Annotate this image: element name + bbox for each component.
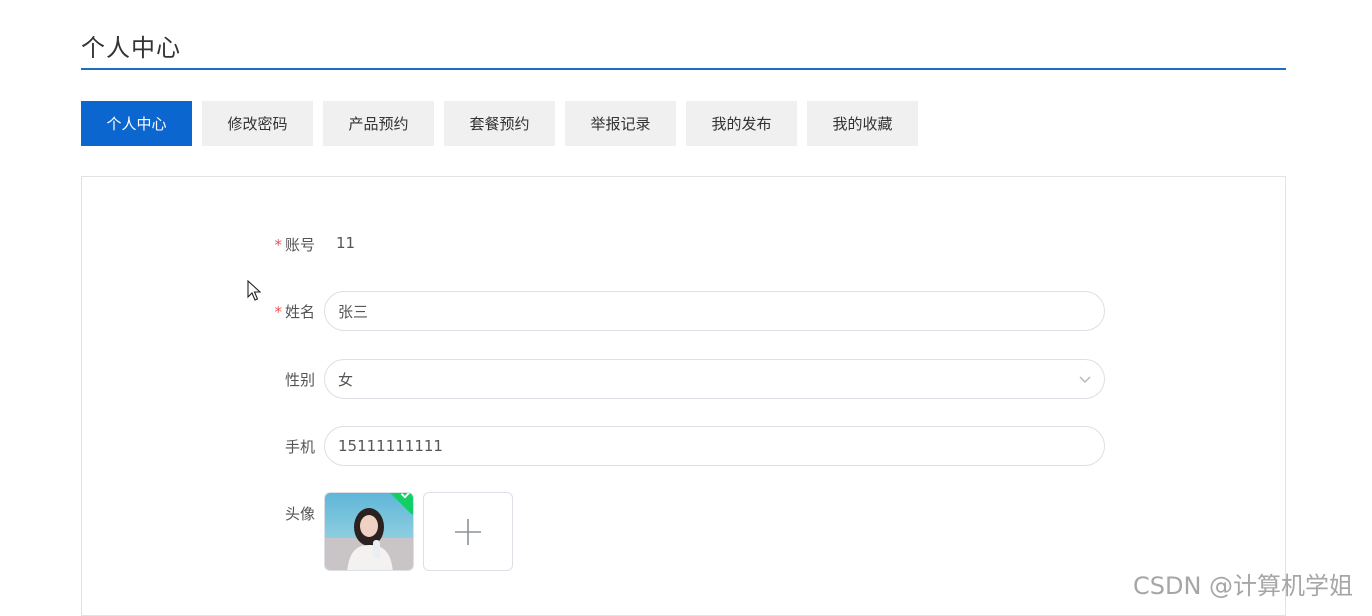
page-title: 个人中心: [81, 34, 181, 62]
account-value: 11: [336, 234, 356, 252]
tab-report-records[interactable]: 举报记录: [565, 101, 676, 146]
required-mark: *: [274, 303, 282, 321]
tab-my-posts[interactable]: 我的发布: [686, 101, 797, 146]
tab-product-booking[interactable]: 产品预约: [323, 101, 434, 146]
avatar-upload-button[interactable]: [423, 492, 513, 571]
mouse-pointer-icon: [247, 280, 261, 301]
check-icon: [400, 493, 413, 499]
plus-icon: [455, 518, 481, 545]
phone-label: 手机: [284, 438, 315, 456]
tab-bar: 个人中心 修改密码 产品预约 套餐预约 举报记录 我的发布 我的收藏: [81, 101, 928, 146]
account-label: * 账号: [274, 236, 315, 254]
required-mark: *: [274, 236, 282, 254]
phone-input[interactable]: 15111111111: [324, 426, 1105, 466]
tab-change-password[interactable]: 修改密码: [202, 101, 313, 146]
gender-select[interactable]: 女: [324, 359, 1105, 399]
tab-my-favorites[interactable]: 我的收藏: [807, 101, 918, 146]
avatar-photo: [325, 493, 413, 570]
name-label: * 姓名: [274, 303, 315, 321]
name-input[interactable]: 张三: [324, 291, 1105, 331]
avatar-label: 头像: [284, 505, 315, 523]
chevron-down-icon: [1079, 376, 1091, 383]
profile-form-panel: * 账号 11 * 姓名 张三 性别 女 手机 15111111111 头像: [81, 176, 1286, 616]
watermark: CSDN @计算机学姐: [1133, 572, 1354, 600]
title-divider: [81, 68, 1286, 70]
tab-profile[interactable]: 个人中心: [81, 101, 192, 146]
tab-package-booking[interactable]: 套餐预约: [444, 101, 555, 146]
gender-selected-value: 女: [338, 370, 354, 389]
avatar-image[interactable]: [324, 492, 414, 571]
gender-label: 性别: [284, 371, 315, 389]
